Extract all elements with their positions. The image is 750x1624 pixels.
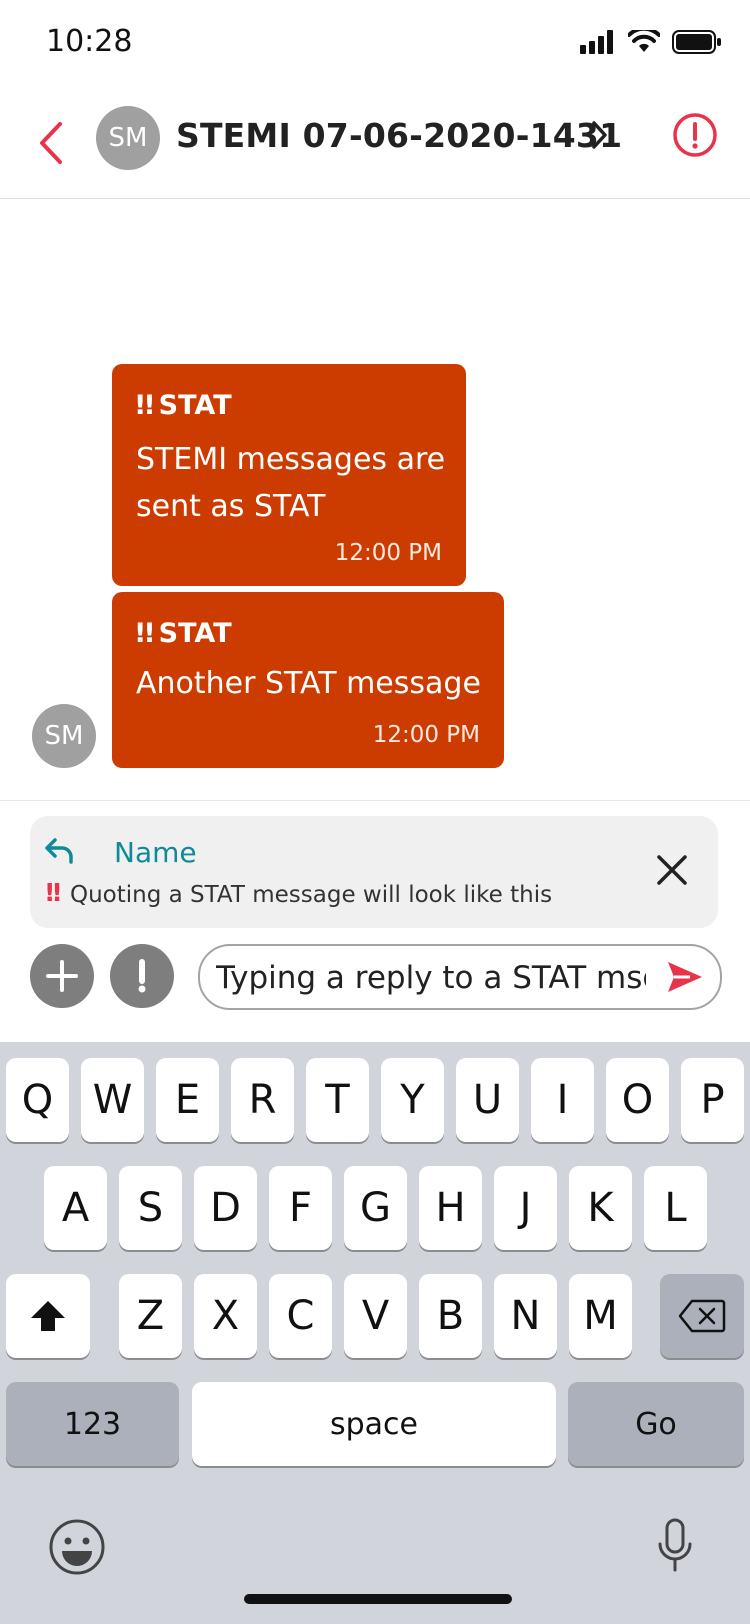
emoji-icon [49,1519,105,1575]
backspace-icon [678,1299,726,1333]
backspace-key[interactable] [660,1274,744,1358]
key-z[interactable]: Z [119,1274,182,1358]
shift-key[interactable] [6,1274,90,1358]
key-d[interactable]: D [194,1166,257,1250]
key-w[interactable]: W [81,1058,144,1142]
go-key[interactable]: Go [568,1382,744,1466]
key-o[interactable]: O [606,1058,669,1142]
double-exclamation-icon: !! [134,390,156,421]
status-bar: 10:28 [0,0,750,88]
shift-icon [31,1301,65,1331]
key-n[interactable]: N [494,1274,557,1358]
send-icon [668,962,702,992]
conversation-title[interactable]: STEMI 07-06-2020-1431 [176,116,622,155]
priority-button[interactable] [110,944,174,1008]
stat-badge: !! STAT [134,618,232,649]
stat-exclamation-icon: !! [44,878,63,907]
alert-circle-icon [673,113,717,157]
space-key[interactable]: space [192,1382,556,1466]
dictation-button[interactable] [656,1518,694,1578]
key-t[interactable]: T [306,1058,369,1142]
plus-icon [46,960,78,992]
conversation-avatar[interactable]: SM [96,106,160,170]
key-u[interactable]: U [456,1058,519,1142]
message-text: Another STAT message [136,666,481,701]
key-c[interactable]: C [269,1274,332,1358]
back-chevron-icon [40,122,62,164]
close-icon[interactable] [650,848,694,892]
key-j[interactable]: J [494,1166,557,1250]
send-button[interactable] [666,960,704,998]
emoji-button[interactable] [48,1518,106,1580]
conversation-details-button[interactable] [590,120,610,154]
key-k[interactable]: K [569,1166,632,1250]
key-g[interactable]: G [344,1166,407,1250]
keyboard: Q W E R T Y U I O P A S D F G H J K L Z … [0,1042,750,1624]
key-b[interactable]: B [419,1274,482,1358]
stat-badge: !! STAT [134,390,232,421]
cellular-signal-icon [580,30,613,54]
key-x[interactable]: X [194,1274,257,1358]
sender-avatar[interactable]: SM [32,704,96,768]
double-exclamation-icon: !! [134,618,156,649]
compose-box[interactable] [198,944,722,1010]
numbers-key[interactable]: 123 [6,1382,179,1466]
chevron-right-icon [592,121,607,149]
message-text: STEMI messages are sent as STAT [136,442,446,524]
key-e[interactable]: E [156,1058,219,1142]
key-i[interactable]: I [531,1058,594,1142]
key-q[interactable]: Q [6,1058,69,1142]
key-f[interactable]: F [269,1166,332,1250]
quote-preview: Name !! Quoting a STAT message will look… [30,816,718,928]
message-time: 12:00 PM [334,540,442,566]
status-time: 10:28 [46,24,133,59]
message-thread[interactable]: !! STAT STEMI messages are sent as STAT 1… [0,198,750,801]
battery-icon [672,30,721,54]
message-input[interactable] [214,954,648,1002]
message-bubble[interactable]: !! STAT Another STAT message 12:00 PM [112,592,504,768]
key-m[interactable]: M [569,1274,632,1358]
message-time: 12:00 PM [372,722,480,748]
key-y[interactable]: Y [381,1058,444,1142]
quote-text: Quoting a STAT message will look like th… [70,882,553,908]
conversation-header: SM STEMI 07-06-2020-1431 [0,88,750,199]
key-r[interactable]: R [231,1058,294,1142]
key-p[interactable]: P [681,1058,744,1142]
message-bubble[interactable]: !! STAT STEMI messages are sent as STAT 1… [112,364,466,586]
alert-button[interactable] [672,112,718,162]
key-a[interactable]: A [44,1166,107,1250]
add-attachment-button[interactable] [30,944,94,1008]
exclamation-icon [138,959,146,993]
back-button[interactable] [24,110,78,176]
key-l[interactable]: L [644,1166,707,1250]
home-indicator [244,1594,512,1604]
microphone-icon [658,1518,692,1572]
key-v[interactable]: V [344,1274,407,1358]
wifi-icon [628,30,660,52]
quote-sender-name: Name [114,836,197,869]
key-s[interactable]: S [119,1166,182,1250]
status-icons [580,30,722,54]
key-h[interactable]: H [419,1166,482,1250]
reply-icon [45,838,73,864]
